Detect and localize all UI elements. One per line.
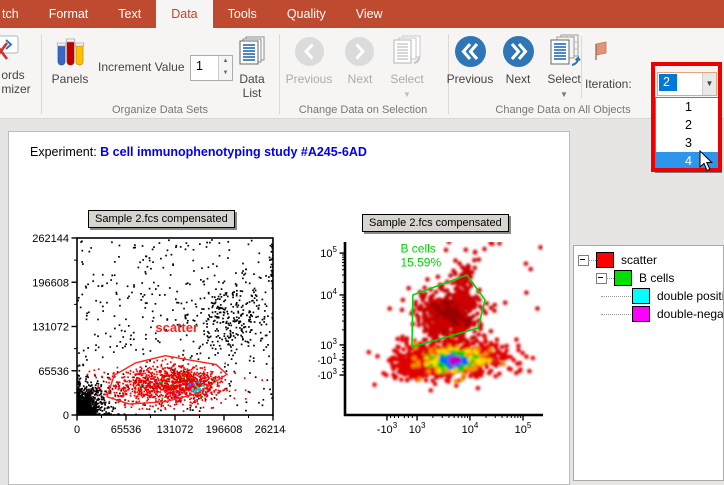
cut-group-label-2: mizer bbox=[1, 82, 30, 96]
record-delete-icon[interactable] bbox=[0, 35, 20, 61]
next-icon[interactable] bbox=[502, 35, 535, 68]
svg-text:104: 104 bbox=[462, 421, 479, 436]
svg-text:-103: -103 bbox=[318, 367, 338, 382]
data-list-button[interactable]: Data bbox=[239, 72, 264, 86]
data-list-button-line2: List bbox=[243, 86, 262, 100]
tree-row-bcells[interactable]: B cells bbox=[574, 270, 724, 287]
flag-icon bbox=[592, 41, 610, 63]
tab-text[interactable]: Text bbox=[103, 0, 156, 28]
svg-text:262144: 262144 bbox=[32, 233, 69, 245]
scatter-color-swatch bbox=[596, 252, 614, 268]
cut-group-label-1: ords bbox=[1, 68, 24, 82]
next-button-disabled: Next bbox=[348, 72, 373, 86]
double-positive-color-swatch bbox=[632, 288, 650, 304]
tree-label-double-positive: double positive bbox=[657, 289, 724, 303]
tab-batch-partial[interactable]: tch bbox=[0, 0, 34, 28]
group-organize-data-sets: Organize Data Sets bbox=[112, 104, 208, 116]
tab-view[interactable]: View bbox=[341, 0, 398, 28]
svg-text:196608: 196608 bbox=[32, 277, 69, 289]
select-button-disabled: Select bbox=[390, 72, 423, 86]
experiment-title: Experiment: B cell immunophenotyping stu… bbox=[30, 145, 367, 159]
next-button[interactable]: Next bbox=[506, 72, 531, 86]
select-dropdown-icon-disabled: ▼ bbox=[403, 90, 411, 99]
svg-text:0: 0 bbox=[63, 410, 69, 422]
select-icon[interactable] bbox=[548, 34, 582, 68]
experiment-name: B cell immunophenotyping study #A245-6AD bbox=[100, 145, 367, 159]
tree-row-scatter[interactable]: scatter bbox=[574, 252, 724, 269]
increment-value-stepper[interactable]: 1 ▲▼ bbox=[190, 55, 233, 81]
panels-test-tubes-icon[interactable] bbox=[56, 37, 86, 67]
gate-tree-panel: scatter B cells double positive double-n… bbox=[573, 245, 724, 481]
tree-row-double-negative[interactable]: double-negative bbox=[574, 306, 724, 323]
group-change-data-selection: Change Data on Selection bbox=[299, 104, 427, 116]
tree-row-double-positive[interactable]: double positive bbox=[574, 288, 724, 305]
plot2-title-box[interactable]: Sample 2.fcs compensated bbox=[362, 214, 509, 232]
previous-button[interactable]: Previous bbox=[447, 72, 494, 86]
svg-text:103: 103 bbox=[409, 421, 426, 436]
scatter-plot-fsc-ssc[interactable]: 0 65536 131072 196608 262144 0 65536 131072 1966… bbox=[14, 203, 286, 453]
svg-text:131072: 131072 bbox=[157, 424, 194, 436]
select-dropdown-icon[interactable]: ▼ bbox=[560, 90, 568, 99]
next-icon-disabled bbox=[344, 36, 375, 67]
group-change-data-all-objects: Change Data on All Objects bbox=[495, 104, 630, 116]
tab-format[interactable]: Format bbox=[34, 0, 104, 28]
select-icon-disabled bbox=[391, 34, 424, 67]
svg-text:105: 105 bbox=[320, 245, 337, 260]
tree-label-double-negative: double-negative bbox=[657, 307, 724, 321]
svg-text:131072: 131072 bbox=[32, 322, 69, 334]
spin-down-icon[interactable]: ▼ bbox=[219, 68, 232, 80]
svg-text:105: 105 bbox=[515, 421, 532, 436]
svg-text:103: 103 bbox=[320, 337, 337, 352]
previous-icon[interactable] bbox=[454, 35, 487, 68]
increment-value-label: Increment Value bbox=[98, 60, 185, 74]
tab-data[interactable]: Data bbox=[156, 0, 212, 28]
svg-text:-103: -103 bbox=[377, 421, 398, 436]
bcells-color-swatch bbox=[614, 270, 632, 286]
tree-label-scatter: scatter bbox=[621, 253, 657, 267]
panels-button[interactable]: Panels bbox=[52, 72, 89, 86]
tab-tools[interactable]: Tools bbox=[213, 0, 272, 28]
previous-icon-disabled bbox=[294, 36, 325, 67]
double-negative-color-swatch bbox=[632, 306, 650, 322]
experiment-prefix: Experiment: bbox=[30, 145, 100, 159]
tree-label-bcells: B cells bbox=[639, 271, 674, 285]
data-list-icon[interactable] bbox=[237, 36, 267, 66]
svg-text:0: 0 bbox=[74, 424, 80, 436]
tab-quality[interactable]: Quality bbox=[272, 0, 341, 28]
select-button[interactable]: Select bbox=[547, 72, 580, 86]
density-plot-bcells[interactable]: -103103104105105104103-101-103B cells15.… bbox=[318, 203, 558, 455]
ribbon: ords mizer Panels Increment Value 1 ▲▼ D… bbox=[0, 28, 724, 119]
plot1-title-box[interactable]: Sample 2.fcs compensated bbox=[88, 210, 235, 228]
previous-button-disabled: Previous bbox=[286, 72, 333, 86]
mouse-cursor bbox=[699, 150, 715, 172]
spin-up-icon[interactable]: ▲ bbox=[219, 56, 232, 68]
svg-text:65536: 65536 bbox=[111, 424, 142, 436]
svg-text:65536: 65536 bbox=[38, 366, 69, 378]
svg-text:104: 104 bbox=[320, 287, 337, 302]
ribbon-tab-bar: tch Format Text Data Tools Quality View bbox=[0, 0, 724, 28]
svg-text:scatter: scatter bbox=[155, 320, 198, 335]
svg-text:262144: 262144 bbox=[255, 424, 286, 436]
iteration-label: Iteration: bbox=[585, 77, 632, 91]
increment-value-text: 1 bbox=[196, 59, 203, 73]
svg-text:196608: 196608 bbox=[206, 424, 243, 436]
svg-text:-101: -101 bbox=[318, 352, 338, 367]
